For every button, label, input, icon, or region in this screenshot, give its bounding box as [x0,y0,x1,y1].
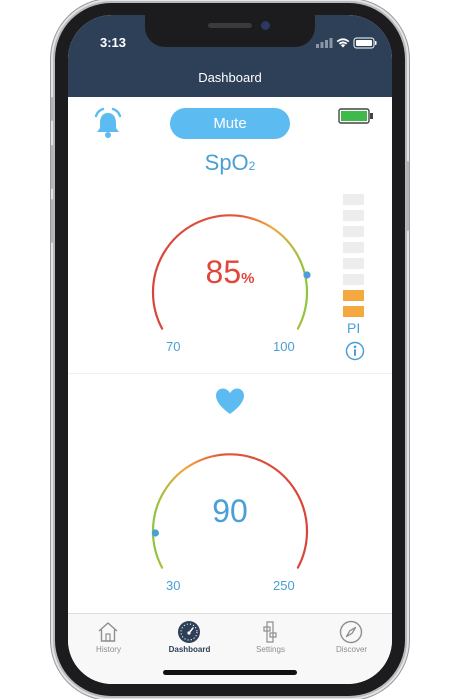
pulse-range-min: 30 [166,578,181,593]
tab-settings-label: Settings [256,645,285,654]
sliders-icon [263,621,277,643]
pi-bar [343,290,364,301]
pulse-range-max: 250 [273,578,295,593]
spo2-unit: % [241,270,255,287]
notch [145,15,315,47]
silent-switch [51,97,54,121]
heart-icon [215,387,245,417]
perfusion-index-bars [343,194,365,322]
tab-dashboard-label: Dashboard [168,645,211,654]
pi-label: PI [347,320,361,336]
tab-discover-label: Discover [335,645,368,654]
tab-history-label: History [96,645,121,654]
house-icon [98,622,118,642]
spo2-label-main: SpO [204,150,249,175]
spo2-label-subscript: 2 [248,159,256,173]
alarm-bell-icon[interactable] [90,107,126,141]
volume-down-button [51,199,54,243]
home-indicator[interactable] [163,670,297,675]
pulse-value: 90 [212,493,248,529]
status-time: 3:13 [100,35,127,50]
section-divider [68,373,392,374]
pi-bar [343,194,364,205]
mute-button[interactable]: Mute [170,108,290,139]
front-camera [261,21,270,30]
spo2-range-min: 70 [166,339,181,354]
pi-bar [343,274,364,285]
pi-bar [343,226,364,237]
gauge-icon [178,621,200,643]
status-icons [308,35,378,49]
spo2-range-max: 100 [273,339,295,354]
pi-bar [343,210,364,221]
spo2-value-display: 85% [138,254,322,291]
power-button [406,161,409,231]
spo2-label: SpO2 [68,150,392,176]
status-battery-icon [353,37,377,49]
volume-up-button [51,145,54,189]
tab-history[interactable]: History [68,614,149,684]
compass-icon [339,620,363,644]
tab-discover[interactable]: Discover [311,614,392,684]
tab-bar: History Dashboard Settings Discover [68,613,392,684]
wifi-icon [336,38,350,48]
pi-bar [343,242,364,253]
pi-bar [343,258,364,269]
page-title: Dashboard [198,70,262,85]
spo2-value: 85 [205,254,242,290]
speaker-grille [208,23,252,28]
pulse-gauge-marker [151,529,159,537]
info-icon[interactable] [345,341,365,361]
cellular-signal-icon [316,38,333,48]
device-battery-icon [338,108,374,124]
pulse-value-display: 90 [138,493,322,530]
screen: 3:13 Dashboard Mute SpO2 85% 70 100 PI 9… [68,15,392,684]
phone-frame: 3:13 Dashboard Mute SpO2 85% 70 100 PI 9… [51,3,409,696]
navigation-bar: 3:13 Dashboard [68,15,392,97]
pi-bar [343,306,364,317]
